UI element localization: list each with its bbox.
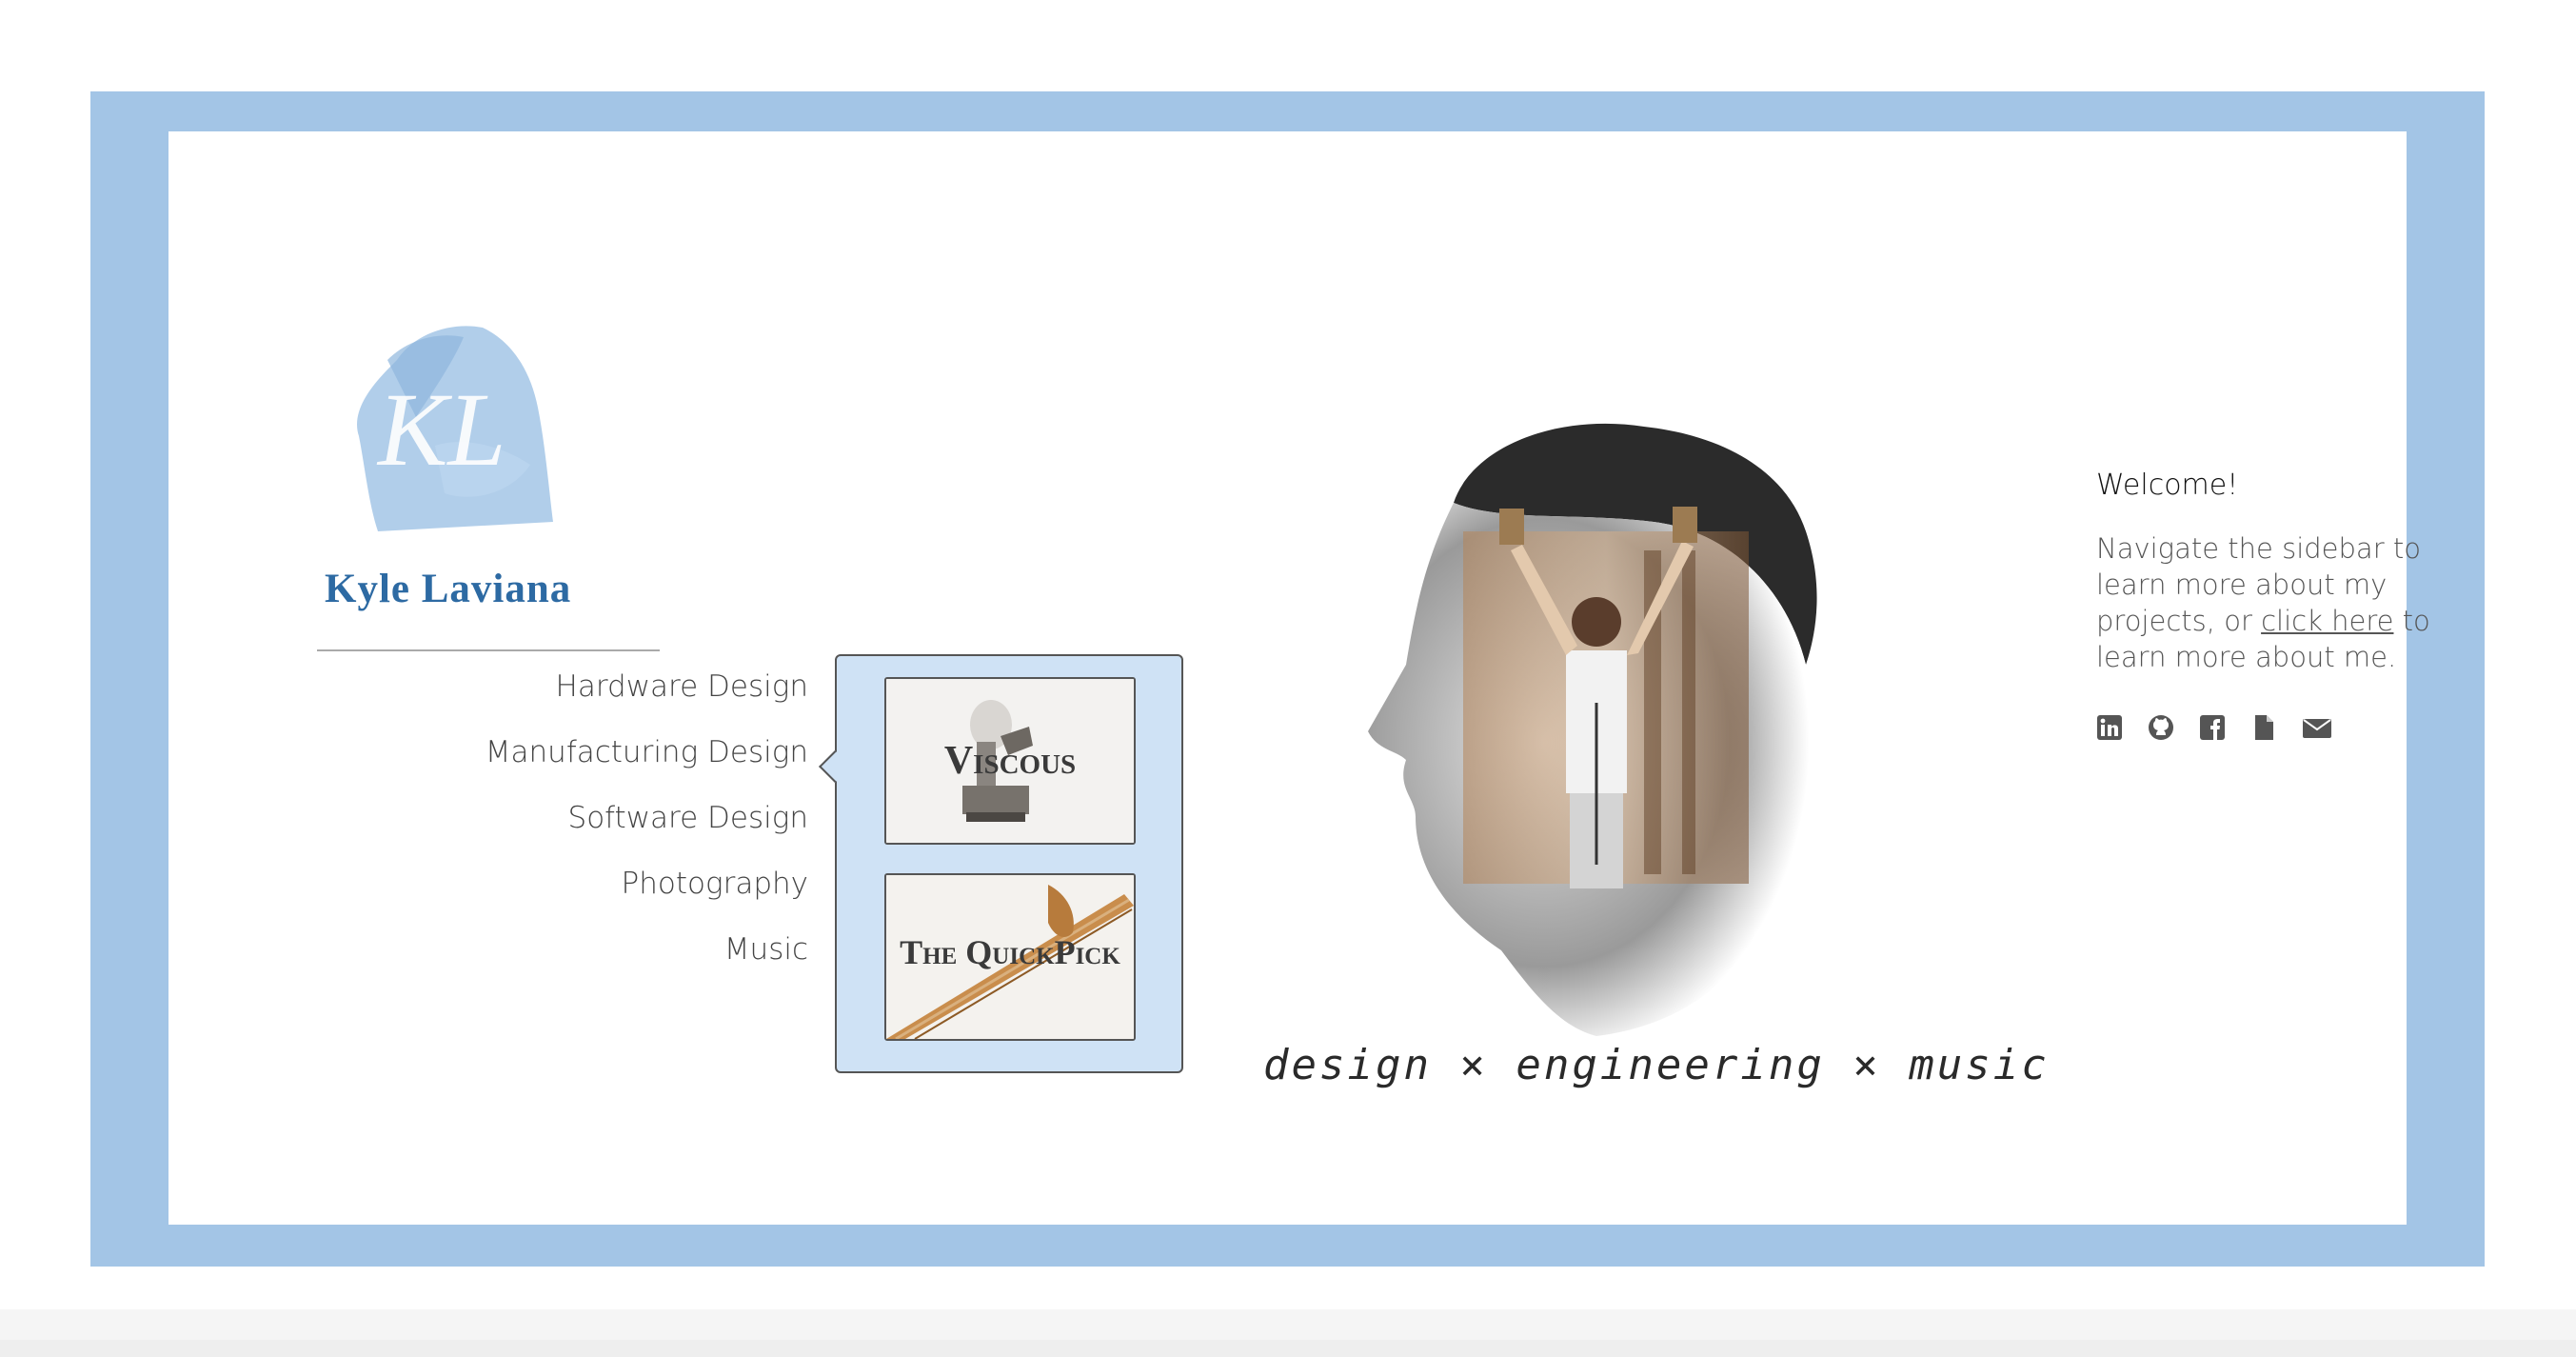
logo-wordmark: Kyle Laviana <box>325 567 572 611</box>
facebook-icon[interactable] <box>2199 714 2226 741</box>
page-frame: KL Kyle Laviana Hardware Design Manufact… <box>90 91 2485 1267</box>
github-icon[interactable] <box>2148 714 2174 741</box>
site-logo[interactable]: KL Kyle Laviana <box>321 303 778 627</box>
project-card-viscous[interactable]: Viscous <box>884 677 1136 845</box>
sidebar-item-music[interactable]: Music <box>724 932 808 967</box>
project-card-quickpick[interactable]: The QuickPick <box>884 873 1136 1041</box>
sidebar-item-photography[interactable]: Photography <box>622 867 808 901</box>
logo-divider <box>317 649 660 651</box>
envelope-icon[interactable] <box>2302 714 2332 741</box>
card-label-viscous: Viscous <box>943 739 1077 783</box>
card-label-quickpick: The QuickPick <box>900 933 1120 971</box>
popup-pointer <box>819 750 851 783</box>
sidebar-item-hardware-design[interactable]: Hardware Design <box>556 669 808 704</box>
hero-portrait <box>1311 417 1939 1065</box>
linkedin-icon[interactable] <box>2096 714 2123 741</box>
hero-tagline: design × engineering × music <box>1263 1041 2050 1089</box>
document-icon[interactable] <box>2250 714 2277 741</box>
sidebar-item-software-design[interactable]: Software Design <box>568 801 808 835</box>
svg-text:KL: KL <box>376 371 506 488</box>
about-me-link[interactable]: click here <box>2261 605 2393 637</box>
welcome-text: Navigate the sidebar to learn more about… <box>2096 530 2477 675</box>
page-footer-strip <box>0 1309 2576 1357</box>
sidebar-item-manufacturing-design[interactable]: Manufacturing Design <box>485 735 808 769</box>
welcome-heading: Welcome! <box>2096 469 2239 502</box>
content-area: KL Kyle Laviana Hardware Design Manufact… <box>168 131 2430 1225</box>
submenu-popup: Viscous The QuickPick <box>819 654 1183 1073</box>
